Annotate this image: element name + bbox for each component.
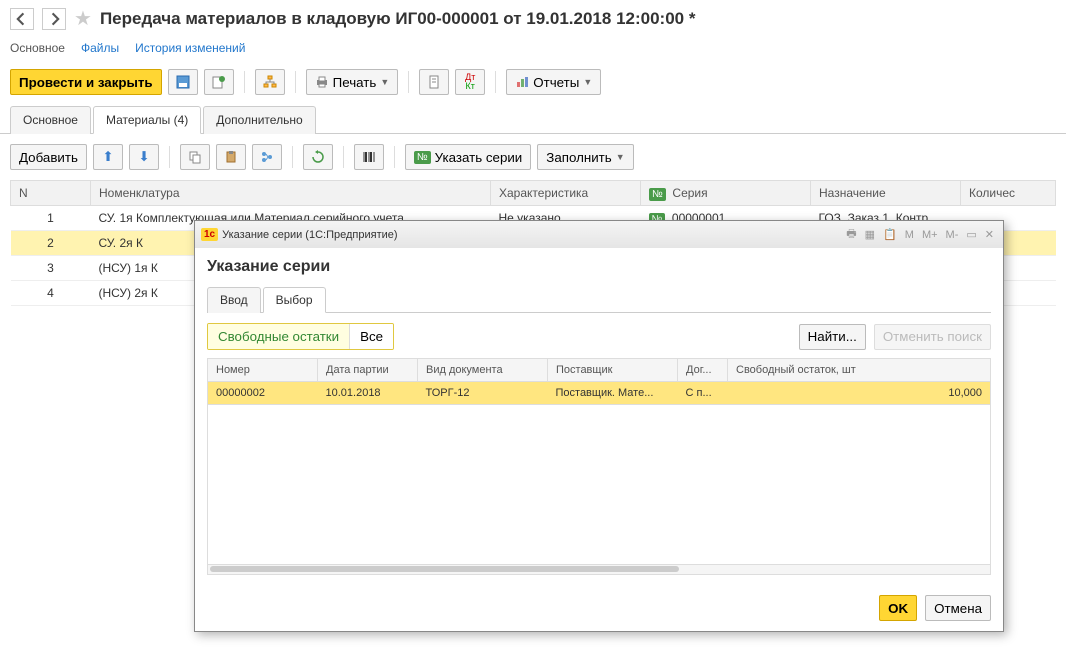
chevron-down-icon: ▼ <box>380 77 389 87</box>
mplus-button[interactable]: M+ <box>919 228 941 242</box>
m-button[interactable]: M <box>902 228 917 242</box>
print-icon[interactable]: 🖶 <box>843 224 859 245</box>
minimize-icon[interactable]: ▭ <box>963 227 979 242</box>
print-button[interactable]: Печать▼ <box>306 69 399 95</box>
tab-materials[interactable]: Материалы (4) <box>93 106 201 134</box>
forward-button[interactable] <box>42 8 66 30</box>
col-supplier[interactable]: Поставщик <box>548 359 678 382</box>
col-qty[interactable]: Количес <box>961 181 1056 206</box>
tab-main[interactable]: Основное <box>10 106 91 134</box>
move-up-button[interactable]: ⬆ <box>93 144 123 170</box>
dialog-tab-input[interactable]: Ввод <box>207 287 261 313</box>
filter-free-balance[interactable]: Свободные остатки <box>208 324 349 349</box>
nav-files[interactable]: Файлы <box>81 41 119 55</box>
post-button[interactable] <box>204 69 234 95</box>
reports-label: Отчеты <box>533 75 579 90</box>
col-batch-date[interactable]: Дата партии <box>318 359 418 382</box>
col-series[interactable]: № Серия <box>641 181 811 206</box>
save-button[interactable] <box>168 69 198 95</box>
col-nomenclature[interactable]: Номенклатура <box>91 181 491 206</box>
close-icon[interactable]: ✕ <box>982 227 997 242</box>
col-n[interactable]: N <box>11 181 91 206</box>
fill-button[interactable]: Заполнить ▼ <box>537 144 633 170</box>
split-button[interactable] <box>252 144 282 170</box>
doc-button-1[interactable] <box>419 69 449 95</box>
find-button[interactable]: Найти... <box>799 324 866 350</box>
dialog-titlebar[interactable]: 1c Указание серии (1С:Предприятие) 🖶 ▦ 📋… <box>195 221 1003 248</box>
specify-series-label: Указать серии <box>435 150 523 165</box>
series-table: Номер Дата партии Вид документа Поставщи… <box>207 358 991 405</box>
mminus-button[interactable]: M- <box>943 228 962 242</box>
separator <box>408 71 409 93</box>
separator <box>343 146 344 168</box>
tab-additional[interactable]: Дополнительно <box>203 106 315 134</box>
print-label: Печать <box>333 75 377 90</box>
dialog-window-title: Указание серии (1С:Предприятие) <box>222 229 397 241</box>
star-icon[interactable]: ★ <box>74 6 92 31</box>
series-dialog: 1c Указание серии (1С:Предприятие) 🖶 ▦ 📋… <box>194 220 1004 632</box>
grid-icon[interactable]: ▦ <box>862 227 878 242</box>
back-button[interactable] <box>10 8 34 30</box>
col-doc-type[interactable]: Вид документа <box>418 359 548 382</box>
separator <box>495 71 496 93</box>
page-title: Передача материалов в кладовую ИГ00-0000… <box>100 9 696 29</box>
col-number[interactable]: Номер <box>208 359 318 382</box>
move-down-button[interactable]: ⬇ <box>129 144 159 170</box>
post-and-close-button[interactable]: Провести и закрыть <box>10 69 162 95</box>
logo-1c-icon: 1c <box>201 228 218 241</box>
nav-history[interactable]: История изменений <box>135 41 245 55</box>
col-free-balance[interactable]: Свободный остаток, шт <box>728 359 991 382</box>
col-contract[interactable]: Дог... <box>678 359 728 382</box>
structure-button[interactable] <box>255 69 285 95</box>
specify-series-button[interactable]: № Указать серии <box>405 144 531 170</box>
barcode-button[interactable] <box>354 144 384 170</box>
separator <box>292 146 293 168</box>
empty-grid-area <box>207 405 991 565</box>
series-badge-icon: № <box>649 188 666 201</box>
calendar-icon[interactable]: 📋 <box>880 227 900 242</box>
dtkt-button[interactable]: ДтКт <box>455 69 485 95</box>
cancel-search-button[interactable]: Отменить поиск <box>874 324 991 350</box>
filter-all[interactable]: Все <box>349 324 393 349</box>
paste-button[interactable] <box>216 144 246 170</box>
cancel-button[interactable]: Отмена <box>925 595 991 621</box>
add-button[interactable]: Добавить <box>10 144 87 170</box>
ok-button[interactable]: OK <box>879 595 917 621</box>
nav-main[interactable]: Основное <box>10 41 65 55</box>
separator <box>169 146 170 168</box>
refresh-button[interactable] <box>303 144 333 170</box>
series-badge-icon: № <box>414 151 431 164</box>
chevron-down-icon: ▼ <box>583 77 592 87</box>
copy-button[interactable] <box>180 144 210 170</box>
chevron-down-icon: ▼ <box>616 152 625 162</box>
fill-label: Заполнить <box>546 150 611 165</box>
horizontal-scrollbar[interactable] <box>207 565 991 575</box>
reports-button[interactable]: Отчеты ▼ <box>506 69 601 95</box>
separator <box>295 71 296 93</box>
col-purpose[interactable]: Назначение <box>811 181 961 206</box>
filter-toggle: Свободные остатки Все <box>207 323 394 350</box>
table-row[interactable]: 00000002 10.01.2018 ТОРГ-12 Поставщик. М… <box>208 382 991 405</box>
dialog-tab-select[interactable]: Выбор <box>263 287 326 313</box>
separator <box>244 71 245 93</box>
col-characteristic[interactable]: Характеристика <box>491 181 641 206</box>
dialog-heading: Указание серии <box>207 258 991 276</box>
separator <box>394 146 395 168</box>
